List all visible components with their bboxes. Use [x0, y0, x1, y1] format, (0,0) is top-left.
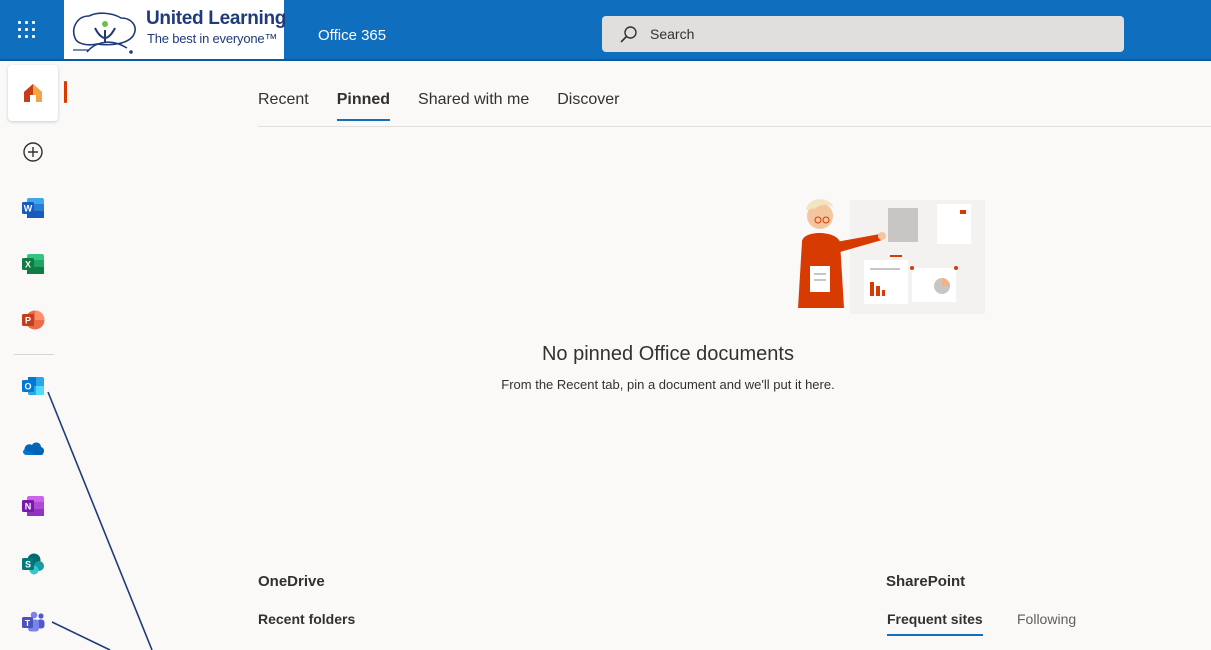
rail-item-word[interactable]: W — [0, 181, 66, 235]
rail-item-sharepoint[interactable]: S — [0, 537, 66, 591]
sharepoint-heading: SharePoint — [886, 573, 966, 590]
sharepoint-icon: S — [22, 553, 44, 575]
search-icon — [620, 26, 637, 43]
powerpoint-icon: P — [22, 310, 45, 330]
tab-recent[interactable]: Recent — [258, 91, 309, 121]
svg-text:N: N — [25, 502, 32, 512]
office-home-page: United Learning The best in everyone™ Of… — [0, 0, 1211, 650]
rail-item-onedrive[interactable] — [0, 421, 66, 475]
rail-item-teams[interactable]: T — [0, 595, 66, 649]
empty-state-title-text: No pinned Office documents — [541, 343, 794, 365]
svg-text:P: P — [25, 316, 31, 326]
tab-frequent-sites[interactable]: Frequent sites — [887, 611, 983, 636]
search-box[interactable]: Search — [602, 16, 1124, 52]
rail-item-onenote[interactable]: N — [0, 479, 66, 533]
tab-shared-with-me[interactable]: Shared with me — [418, 91, 529, 121]
empty-state-description: From the Recent tab, pin a document and … — [0, 377, 1211, 392]
teams-icon: T — [22, 611, 45, 632]
app-name-link[interactable]: Office 365 — [318, 27, 386, 44]
united-learning-logo-icon — [73, 12, 136, 54]
rail-item-home[interactable] — [8, 65, 67, 121]
tab-pinned[interactable]: Pinned — [336, 91, 391, 121]
rail-item-create[interactable] — [0, 125, 66, 179]
empty-state-title: No pinned Office documents — [0, 343, 1211, 366]
empty-state-description-text: From the Recent tab, pin a document and … — [501, 377, 835, 392]
logo-tagline: The best in everyone™ — [147, 31, 278, 46]
onenote-icon: N — [22, 496, 44, 516]
search-placeholder: Search — [650, 26, 695, 42]
logo-title: United Learning — [146, 8, 287, 29]
add-circle-icon — [23, 142, 43, 162]
svg-text:T: T — [25, 618, 31, 628]
tabs-divider — [258, 126, 1211, 127]
top-app-bar: United Learning The best in everyone™ Of… — [0, 0, 1211, 61]
rail-item-powerpoint[interactable]: P — [0, 293, 66, 347]
recent-folders-label: Recent folders — [258, 611, 356, 627]
document-tabs: Recent Pinned Shared with me Discover — [258, 91, 619, 121]
app-launcher-icon[interactable] — [16, 19, 38, 41]
svg-text:S: S — [25, 560, 31, 570]
home-icon — [24, 84, 42, 102]
tab-following[interactable]: Following — [1017, 611, 1076, 636]
onedrive-icon — [23, 442, 45, 455]
tab-discover[interactable]: Discover — [557, 91, 619, 121]
svg-text:W: W — [24, 204, 33, 214]
active-indicator — [64, 81, 67, 103]
onedrive-heading: OneDrive — [258, 573, 325, 590]
word-icon: W — [22, 198, 44, 218]
rail-item-excel[interactable]: X — [0, 237, 66, 291]
svg-text:X: X — [25, 260, 31, 270]
pinned-empty-illustration — [798, 199, 985, 314]
organization-logo[interactable]: United Learning The best in everyone™ — [64, 0, 287, 61]
excel-icon: X — [22, 254, 44, 274]
